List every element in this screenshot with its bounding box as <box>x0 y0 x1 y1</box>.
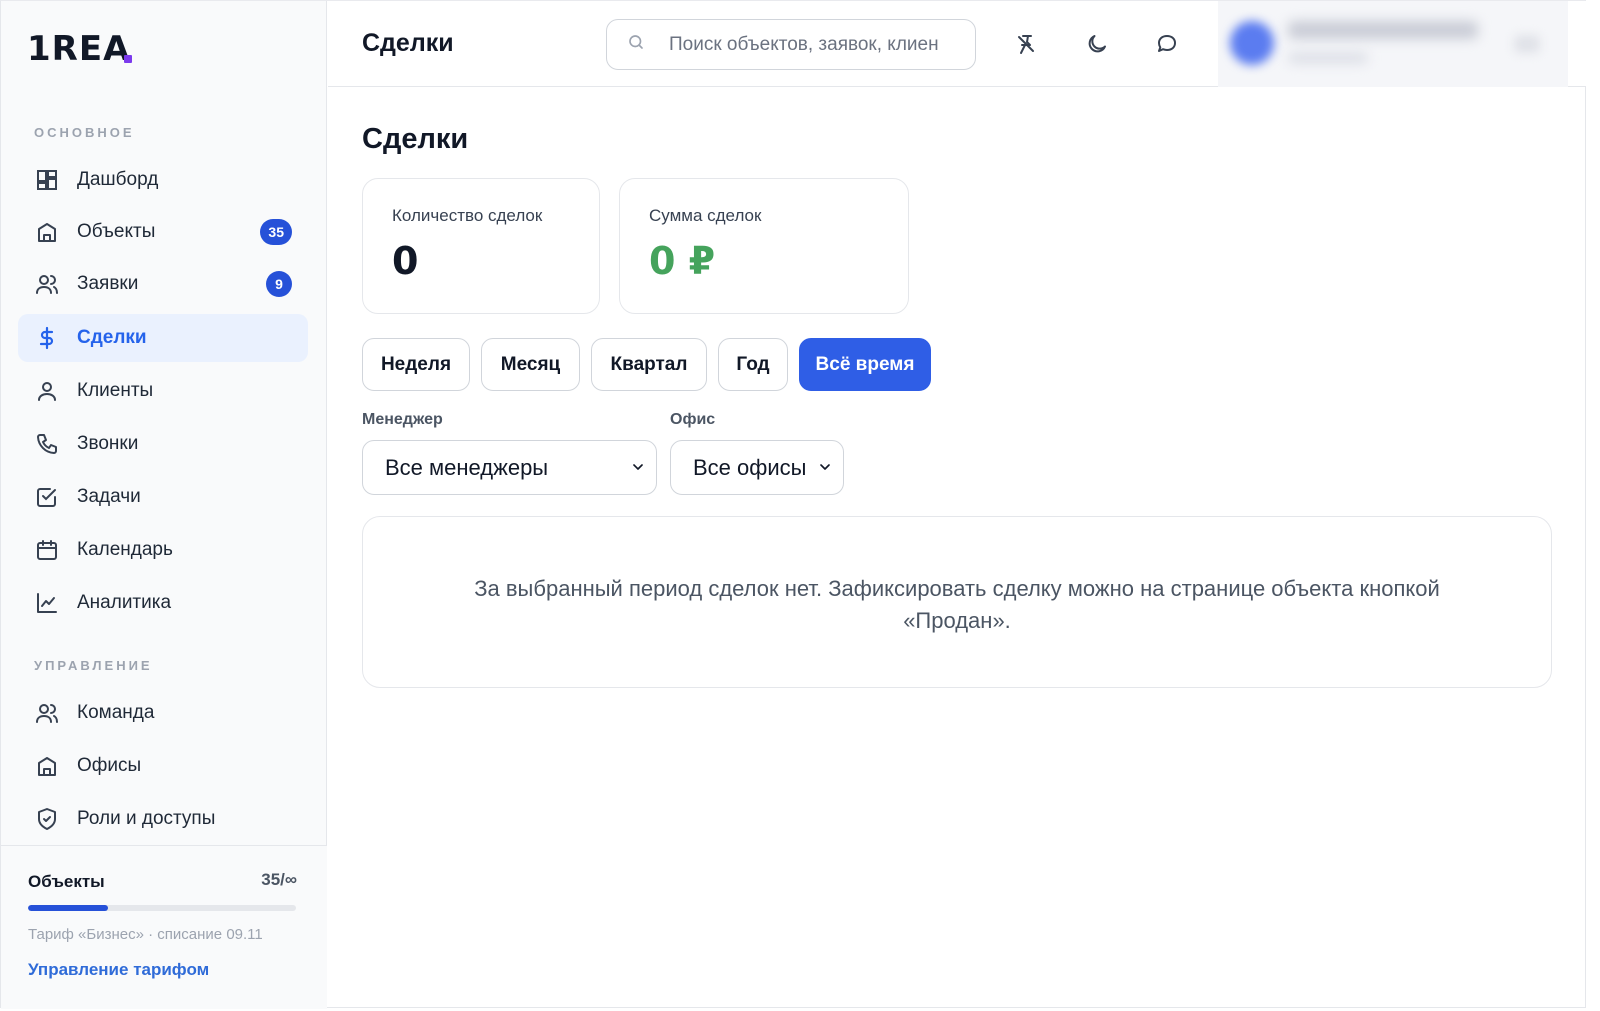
quota-count: 35/∞ <box>261 870 297 889</box>
period-week-button[interactable]: Неделя <box>362 338 470 391</box>
quota-progress-fill <box>28 905 109 911</box>
sidebar-item-deals[interactable]: Сделки <box>18 314 308 362</box>
objects-count-badge: 35 <box>260 219 292 245</box>
shield-icon <box>34 806 60 832</box>
sidebar-item-analytics[interactable]: Аналитика <box>18 579 308 627</box>
moon-icon[interactable] <box>1082 29 1112 59</box>
office-select-value: Все офисы <box>693 454 807 480</box>
search-box[interactable] <box>606 19 976 70</box>
chevron-down-icon <box>820 464 830 470</box>
empty-state-panel: За выбранный период сделок нет. Зафиксир… <box>362 516 1552 688</box>
sidebar-item-label: Календарь <box>77 539 173 560</box>
pin-icon[interactable] <box>1011 29 1041 59</box>
sidebar-item-label: Дашборд <box>77 169 159 190</box>
plan-usage-panel: Объекты 35/∞ Тариф «Бизнес» · списание 0… <box>1 845 327 1009</box>
period-month-button[interactable]: Месяц <box>481 338 580 391</box>
manager-select-value: Все менеджеры <box>385 454 549 480</box>
sidebar-item-label: Объекты <box>77 221 156 242</box>
sidebar-item-dashboard[interactable]: Дашборд <box>18 156 308 204</box>
stat-value: 0 <box>392 239 419 283</box>
sidebar-item-label: Аналитика <box>77 592 172 613</box>
manager-filter-label: Менеджер <box>362 411 443 428</box>
calendar-icon <box>34 537 60 563</box>
sidebar-item-label: Задачи <box>77 486 141 507</box>
avatar <box>1230 21 1274 65</box>
top-header: Сделки <box>328 1 1586 87</box>
office-filter-label: Офис <box>670 411 716 428</box>
app-logo[interactable]: 1REA <box>27 29 132 69</box>
period-year-button[interactable]: Год <box>718 338 788 391</box>
sidebar-item-calls[interactable]: Звонки <box>18 420 308 468</box>
search-input[interactable] <box>669 33 939 56</box>
phone-icon <box>34 431 60 457</box>
users-icon <box>34 271 60 297</box>
user-name-redacted <box>1288 21 1478 39</box>
sidebar-item-roles[interactable]: Роли и доступы <box>18 795 308 843</box>
period-all-time-button[interactable]: Всё время <box>799 338 931 391</box>
user-icon <box>34 378 60 404</box>
sidebar-item-label: Команда <box>77 702 155 723</box>
office-select[interactable]: Все офисы <box>670 440 844 495</box>
building-icon <box>34 753 60 779</box>
stat-value: 0 ₽ <box>649 239 716 283</box>
deals-sum-card: Сумма сделок 0 ₽ <box>619 178 909 314</box>
tariff-info: Тариф «Бизнес» · списание 09.11 <box>28 926 263 943</box>
page-title: Сделки <box>362 123 469 155</box>
sidebar-item-team[interactable]: Команда <box>18 689 308 737</box>
sidebar: 1REA ОСНОВНОЕ Дашборд Объекты 35 Заявки … <box>1 1 327 1009</box>
quota-title: Объекты <box>28 872 105 891</box>
section-label-main: ОСНОВНОЕ <box>34 125 135 140</box>
sidebar-item-label: Клиенты <box>77 380 154 401</box>
deals-count-card: Количество сделок 0 <box>362 178 600 314</box>
period-quarter-button[interactable]: Квартал <box>591 338 707 391</box>
header-title: Сделки <box>362 29 454 57</box>
sidebar-item-label: Звонки <box>77 433 139 454</box>
user-role-redacted <box>1288 53 1368 63</box>
manage-tariff-link[interactable]: Управление тарифом <box>28 960 209 980</box>
sidebar-item-objects[interactable]: Объекты 35 <box>18 208 308 256</box>
search-icon <box>627 33 645 56</box>
building-icon <box>34 219 60 245</box>
user-menu-toggle <box>1514 35 1540 53</box>
sidebar-item-calendar[interactable]: Календарь <box>18 526 308 574</box>
sidebar-item-requests[interactable]: Заявки 9 <box>18 260 308 308</box>
sidebar-item-clients[interactable]: Клиенты <box>18 367 308 415</box>
stat-label: Сумма сделок <box>649 206 762 225</box>
quota-progress-bar <box>28 905 296 911</box>
users-icon <box>34 700 60 726</box>
sidebar-item-label: Сделки <box>77 327 147 348</box>
sidebar-item-tasks[interactable]: Задачи <box>18 473 308 521</box>
dollar-icon <box>34 325 60 351</box>
sidebar-item-label: Заявки <box>77 273 139 294</box>
stat-label: Количество сделок <box>392 206 543 225</box>
chart-icon <box>34 590 60 616</box>
logo-accent <box>124 55 132 63</box>
dashboard-icon <box>34 167 60 193</box>
sidebar-item-label: Роли и доступы <box>77 808 216 829</box>
section-label-admin: УПРАВЛЕНИЕ <box>34 658 153 673</box>
logo-text: 1REA <box>27 29 131 69</box>
sidebar-item-label: Офисы <box>77 755 142 776</box>
checkbox-icon <box>34 484 60 510</box>
requests-count-badge: 9 <box>266 271 292 297</box>
chevron-down-icon <box>633 464 643 470</box>
sidebar-item-offices[interactable]: Офисы <box>18 742 308 790</box>
app-window: 1REA ОСНОВНОЕ Дашборд Объекты 35 Заявки … <box>0 0 1586 1009</box>
chat-icon[interactable] <box>1152 29 1182 59</box>
user-profile-menu[interactable] <box>1218 1 1568 87</box>
empty-state-message: За выбранный период сделок нет. Зафиксир… <box>474 576 1440 633</box>
manager-select[interactable]: Все менеджеры <box>362 440 657 495</box>
